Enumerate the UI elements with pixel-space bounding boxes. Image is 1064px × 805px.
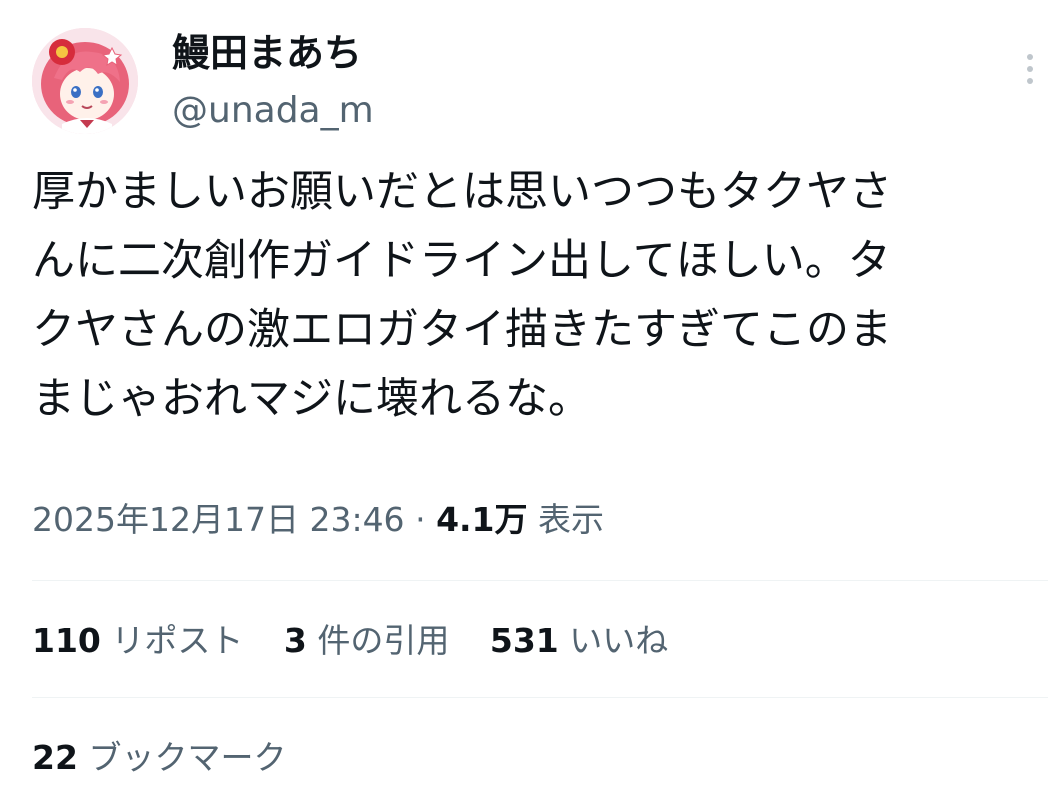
avatar[interactable]: [32, 28, 138, 134]
likes-label: いいね: [569, 621, 669, 660]
reposts-stat[interactable]: 110 リポスト: [32, 615, 243, 667]
engagement-stats: 110 リポスト 3 件の引用 531 いいね: [32, 615, 698, 667]
divider: [32, 697, 1048, 698]
divider: [32, 580, 1048, 581]
reposts-count: 110: [32, 621, 101, 660]
tweet-text-line: まじゃおれマジに壊れるな。: [32, 374, 591, 424]
more-dot: [1027, 66, 1033, 72]
timestamp[interactable]: 2025年12月17日 23:46: [32, 500, 405, 539]
tweet-text: 厚かましいお願いだとは思いつつもタクヤさ んに二次創作ガイドライン出してほしい。…: [32, 158, 1032, 434]
tweet-text-line: んに二次創作ガイドライン出してほしい。タ: [32, 236, 891, 286]
views-count: 4.1万: [436, 500, 528, 539]
bookmarks-count: 22: [32, 738, 78, 777]
quotes-label: 件の引用: [317, 621, 450, 660]
views-label: 表示: [538, 500, 605, 539]
meta-separator: ·: [415, 500, 426, 539]
more-dot: [1027, 78, 1033, 84]
avatar-illustration: [32, 28, 138, 134]
handle[interactable]: @unada_m: [172, 88, 374, 134]
reposts-label: リポスト: [111, 621, 244, 660]
quotes-stat[interactable]: 3 件の引用: [284, 615, 449, 667]
likes-stat[interactable]: 531 いいね: [490, 615, 668, 667]
tweet-meta: 2025年12月17日 23:46 · 4.1万 表示: [32, 496, 604, 544]
bookmarks-label: ブックマーク: [88, 738, 287, 777]
more-vertical-icon[interactable]: [1024, 54, 1036, 90]
display-name[interactable]: 鰻田まあち: [172, 30, 374, 76]
more-dot: [1027, 54, 1033, 60]
tweet-text-line: クヤさんの激エロガタイ描きたすぎてこのま: [32, 305, 892, 355]
quotes-count: 3: [283, 621, 307, 660]
likes-count: 531: [489, 621, 559, 660]
tweet-header: 鰻田まあち @unada_m: [32, 28, 1040, 136]
bookmarks-stat[interactable]: 22 ブックマーク: [32, 732, 316, 784]
tweet-text-line: 厚かましいお願いだとは思いつつもタクヤさ: [32, 167, 892, 217]
author-names[interactable]: 鰻田まあち @unada_m: [172, 30, 374, 134]
